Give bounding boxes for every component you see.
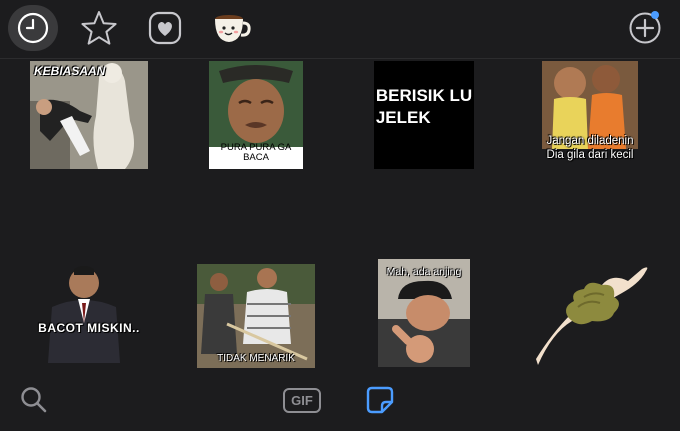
sticker-caption: KEBIASAAN — [34, 64, 106, 78]
coffee-cup-icon — [215, 15, 251, 42]
tab-favorites[interactable] — [74, 5, 124, 51]
tab-sticker-pack-coffee[interactable] — [206, 5, 256, 51]
sticker-mah-ada-anjing[interactable]: Mah, ada anjing — [378, 259, 470, 367]
sticker-tidak-menarik[interactable]: TIDAK MENARIK — [197, 264, 315, 368]
heart-icon — [148, 11, 182, 45]
clock-icon — [17, 12, 49, 44]
tab-loved[interactable] — [140, 5, 190, 51]
sticker-pura-pura-ga-baca[interactable]: PURA PURA GA BACA — [209, 61, 303, 169]
search-button[interactable] — [14, 382, 54, 418]
tab-recent[interactable] — [8, 5, 58, 51]
add-sticker-pack-button[interactable] — [620, 5, 670, 51]
sticker-bacot-miskin[interactable]: BACOT MISKIN.. — [30, 263, 148, 363]
sticker-caption: Jangan diladenin Dia gila dari kecil — [547, 135, 634, 169]
sticker-tab-button[interactable] — [360, 382, 400, 418]
sticker-caption: Mah, ada anjing — [386, 266, 462, 278]
sticker-berisik-lu-jelek[interactable]: BERISIK LU JELEK — [374, 61, 474, 169]
sticker-caption: PURA PURA GA BACA — [220, 142, 292, 164]
new-badge-dot — [651, 11, 659, 19]
sticker-caption: BERISIK LU JELEK — [376, 85, 472, 129]
sticker-category-bar — [0, 0, 680, 59]
bottom-toolbar: GIF — [0, 370, 680, 431]
sticker-caption: TIDAK MENARIK — [217, 352, 295, 364]
sticker-caption: BACOT MISKIN.. — [38, 321, 140, 336]
sticker-grid: KEBIASAAN PURA PURA GA BACA BERISIK LU J… — [0, 58, 680, 370]
gif-label: GIF — [283, 387, 321, 413]
sticker-jangan-diladenin[interactable]: Jangan diladenin Dia gila dari kecil — [540, 61, 640, 169]
search-icon — [21, 387, 47, 413]
caption-line-1: BERISIK LU — [375, 86, 473, 105]
sticker-image — [536, 267, 648, 365]
caption-line-2: JELEK — [375, 108, 431, 128]
caption-line-1: Jangan diladenin — [546, 135, 634, 148]
sticker-hand-holding[interactable] — [532, 263, 650, 367]
sticker-kebiasaan[interactable]: KEBIASAAN — [30, 61, 148, 169]
star-icon — [81, 11, 117, 45]
gif-tab-button[interactable]: GIF — [282, 382, 322, 418]
caption-line-2: Dia gila dari kecil — [546, 149, 634, 162]
sticker-icon — [366, 386, 394, 414]
